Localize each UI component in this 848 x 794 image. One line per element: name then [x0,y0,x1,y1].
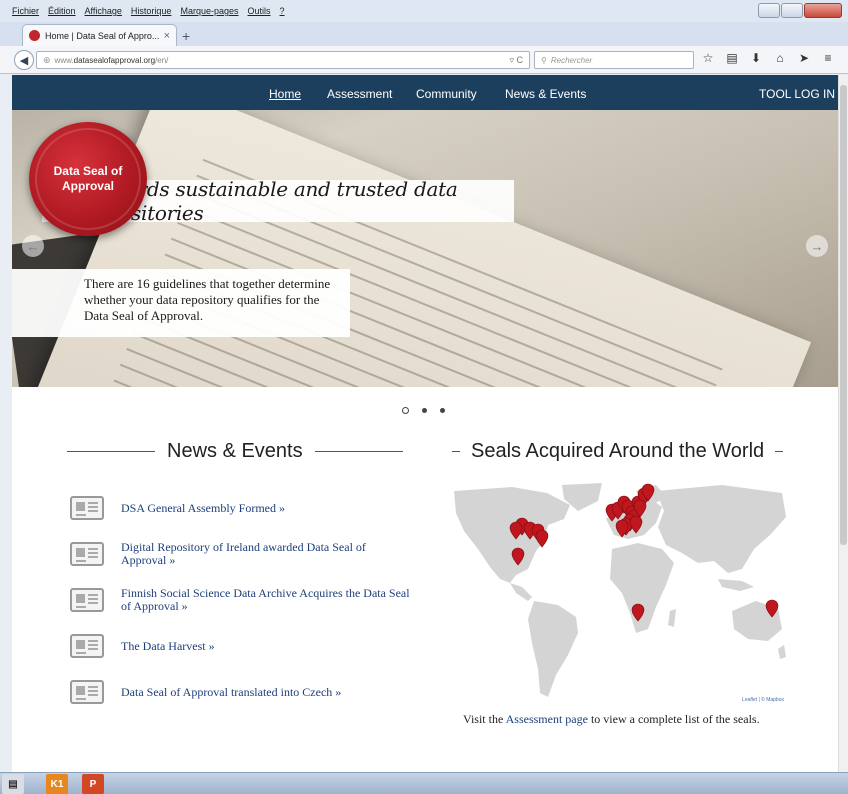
assessment-page-link[interactable]: Assessment page [506,712,588,726]
news-link[interactable]: Data Seal of Approval translated into Cz… [121,685,341,699]
nav-news-events[interactable]: News & Events [505,87,586,101]
menu-fichier[interactable]: Fichier [12,6,39,16]
taskbar-document-icon[interactable]: ▤ [2,774,24,794]
menu-outils[interactable]: Outils [248,6,271,16]
map-section-title: Seals Acquired Around the World [471,440,765,462]
map-attribution[interactable]: Leaflet | © Mapbox [740,697,786,703]
menu-affichage[interactable]: Affichage [85,6,122,16]
window-controls [758,3,842,18]
url-bar[interactable]: ⊕ www.datasealofapproval.org/en/ ▿ C [36,51,530,69]
back-arrow-icon[interactable]: ◀ [14,50,34,70]
close-window-button[interactable] [804,3,842,18]
news-article-icon [70,680,104,704]
reading-list-icon[interactable]: ▤ [724,51,740,65]
map-section-heading: Seals Acquired Around the World [452,440,784,463]
data-seal-logo[interactable]: Data Seal of Approval [29,122,147,236]
news-article-icon [70,588,104,612]
toolbar-icons: ☆ ▤ ⬇ ⌂ ➤ ≡ [700,51,836,65]
news-link[interactable]: Finnish Social Science Data Archive Acqu… [121,587,410,613]
search-input[interactable]: ⚲ Rechercher [534,51,694,69]
globe-icon: ⊕ [43,54,51,65]
news-link[interactable]: The Data Harvest » [121,639,215,653]
tab-title: Home | Data Seal of Appro... [45,30,159,41]
news-link[interactable]: Digital Repository of Ireland awarded Da… [121,541,410,567]
send-icon[interactable]: ➤ [796,51,812,65]
list-item: Data Seal of Approval translated into Cz… [70,671,410,713]
site-navigation: Home Assessment Community News & Events … [12,75,838,110]
home-icon[interactable]: ⌂ [772,51,788,65]
download-icon[interactable]: ⬇ [748,51,764,65]
news-article-icon [70,496,104,520]
navigation-bar: ◀ ⊕ www.datasealofapproval.org/en/ ▿ C ⚲… [0,46,848,74]
web-page: Home Assessment Community News & Events … [12,75,838,772]
hero-document-text-lines [60,130,821,387]
menu-bar: Fichier Édition Affichage Historique Mar… [0,0,848,22]
nav-community[interactable]: Community [416,87,477,101]
news-article-icon [70,542,104,566]
tab-strip: Home | Data Seal of Appro... × + [0,22,848,46]
maximize-button[interactable] [781,3,803,18]
windows-taskbar: ▤ K1 P [0,772,848,794]
nav-assessment[interactable]: Assessment [327,87,392,101]
menu-marque-pages[interactable]: Marque-pages [180,6,238,16]
search-placeholder: Rechercher [550,55,593,65]
news-section-title: News & Events [167,440,303,462]
world-map[interactable]: Leaflet | © Mapbox [452,483,787,705]
hero-intro-text: There are 16 guidelines that together de… [12,269,350,337]
carousel-dot-1[interactable] [402,407,409,414]
carousel-prev-arrow-icon[interactable]: ← [22,235,44,257]
scrollbar-thumb[interactable] [840,85,847,545]
list-item: DSA General Assembly Formed » [70,487,410,529]
news-article-icon [70,634,104,658]
list-item: Digital Repository of Ireland awarded Da… [70,533,410,575]
menu-historique[interactable]: Historique [131,6,172,16]
search-icon: ⚲ [541,55,547,65]
list-item: Finnish Social Science Data Archive Acqu… [70,579,410,621]
minimize-button[interactable] [758,3,780,18]
carousel-dot-2[interactable] [422,408,427,413]
seal-text: Data Seal of Approval [53,164,123,193]
map-caption: Visit the Assessment page to view a comp… [463,712,760,726]
hero-carousel: Towards sustainable and trusted data rep… [12,110,838,387]
list-item: The Data Harvest » [70,625,410,667]
url-text: www.datasealofapproval.org/en/ [54,55,169,65]
hamburger-menu-icon[interactable]: ≡ [820,51,836,65]
taskbar-powerpoint-app[interactable]: P [82,774,104,794]
close-tab-icon[interactable]: × [164,30,170,42]
browser-tab[interactable]: Home | Data Seal of Appro... × [22,24,177,46]
nav-home[interactable]: Home [269,87,301,101]
world-map-svg [454,483,786,697]
nav-tool-login[interactable]: TOOL LOG IN [759,87,835,101]
favicon-icon [29,30,40,41]
reload-icon[interactable]: ▿ C [509,55,523,66]
carousel-indicators [402,407,445,414]
carousel-dot-3[interactable] [440,408,445,413]
news-section-heading: News & Events [67,440,403,463]
page-scrollbar[interactable] [838,75,848,772]
menu-edition[interactable]: Édition [48,6,76,16]
news-link[interactable]: DSA General Assembly Formed » [121,501,285,515]
menu-help[interactable]: ? [280,6,285,16]
taskbar-k1-app[interactable]: K1 [46,774,68,794]
new-tab-icon[interactable]: + [182,28,190,44]
bookmark-star-icon[interactable]: ☆ [700,51,716,65]
news-list: DSA General Assembly Formed » Digital Re… [70,487,410,717]
carousel-next-arrow-icon[interactable]: → [806,235,828,257]
